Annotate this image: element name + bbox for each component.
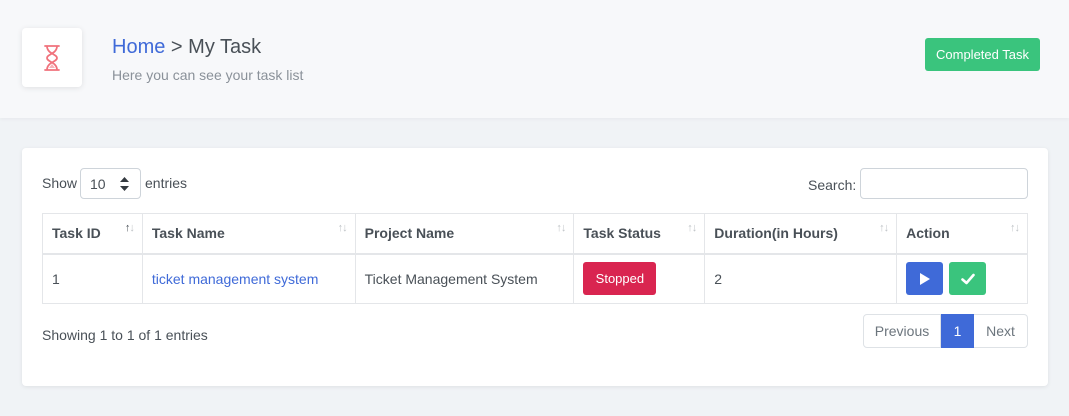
table-header-row: Task ID ↑↓ Task Name ↑↓ Project Name ↑↓ … — [42, 213, 1028, 255]
pagination: Previous 1 Next — [863, 314, 1028, 348]
task-list-card: Show 10 entries Search: Task ID ↑↓ Task … — [22, 148, 1048, 386]
table-info: Showing 1 to 1 of 1 entries — [42, 327, 208, 343]
task-name-link[interactable]: ticket management system — [152, 271, 319, 287]
sort-icon: ↑↓ — [124, 222, 135, 234]
page-header: Home > My Task Here you can see your tas… — [0, 0, 1069, 118]
page-1-button[interactable]: 1 — [941, 314, 974, 348]
completed-task-button[interactable]: Completed Task — [925, 38, 1040, 71]
cell-task-status: Stopped — [573, 253, 706, 304]
sort-icon: ↑↓ — [337, 222, 348, 234]
entries-select-value: 10 — [90, 175, 106, 192]
cell-project-name: Ticket Management System — [354, 253, 575, 304]
table-row: 1 ticket management system Ticket Manage… — [42, 253, 1028, 304]
column-header-action[interactable]: Action ↑↓ — [896, 213, 1028, 255]
sort-icon: ↑↓ — [687, 222, 697, 234]
page-title: Home > My Task — [112, 36, 261, 59]
column-label: Task ID — [52, 225, 101, 242]
task-table: Task ID ↑↓ Task Name ↑↓ Project Name ↑↓ … — [42, 213, 1028, 304]
column-header-task-id[interactable]: Task ID ↑↓ — [42, 213, 143, 255]
cell-actions — [896, 253, 1028, 304]
search-label: Search: — [808, 177, 857, 193]
column-header-task-status[interactable]: Task Status ↑↓ — [573, 213, 706, 255]
next-page-button[interactable]: Next — [974, 314, 1028, 348]
cell-duration: 2 — [704, 253, 898, 304]
start-task-button[interactable] — [906, 262, 944, 296]
search-input[interactable] — [860, 168, 1028, 199]
sort-icon: ↑↓ — [556, 222, 566, 234]
cell-task-name: ticket management system — [141, 253, 356, 304]
complete-task-button[interactable] — [949, 262, 987, 296]
breadcrumb-current: My Task — [188, 36, 262, 58]
column-label: Duration(in Hours) — [714, 225, 838, 242]
column-label: Task Name — [151, 225, 225, 242]
column-header-task-name[interactable]: Task Name ↑↓ — [141, 213, 356, 255]
previous-page-button[interactable]: Previous — [863, 314, 941, 348]
check-icon — [960, 273, 975, 285]
page-subtitle: Here you can see your task list — [112, 67, 304, 83]
play-icon — [919, 272, 930, 285]
show-label: Show — [42, 175, 78, 191]
column-header-duration[interactable]: Duration(in Hours) ↑↓ — [704, 213, 898, 255]
breadcrumb-separator: > — [165, 36, 189, 58]
breadcrumb-home-link[interactable]: Home — [112, 36, 165, 58]
page-icon-box — [22, 28, 82, 87]
status-badge: Stopped — [583, 262, 657, 296]
sort-icon: ↑↓ — [879, 222, 889, 234]
entries-select[interactable]: 10 — [80, 168, 141, 199]
column-label: Task Status — [583, 225, 661, 242]
select-arrows-icon — [120, 177, 129, 191]
column-label: Project Name — [364, 225, 455, 242]
hourglass-icon — [44, 44, 60, 71]
cell-task-id: 1 — [42, 253, 143, 304]
column-header-project-name[interactable]: Project Name ↑↓ — [354, 213, 575, 255]
column-label: Action — [906, 225, 950, 242]
entries-label: entries — [145, 175, 188, 191]
sort-icon: ↑↓ — [1010, 222, 1020, 234]
